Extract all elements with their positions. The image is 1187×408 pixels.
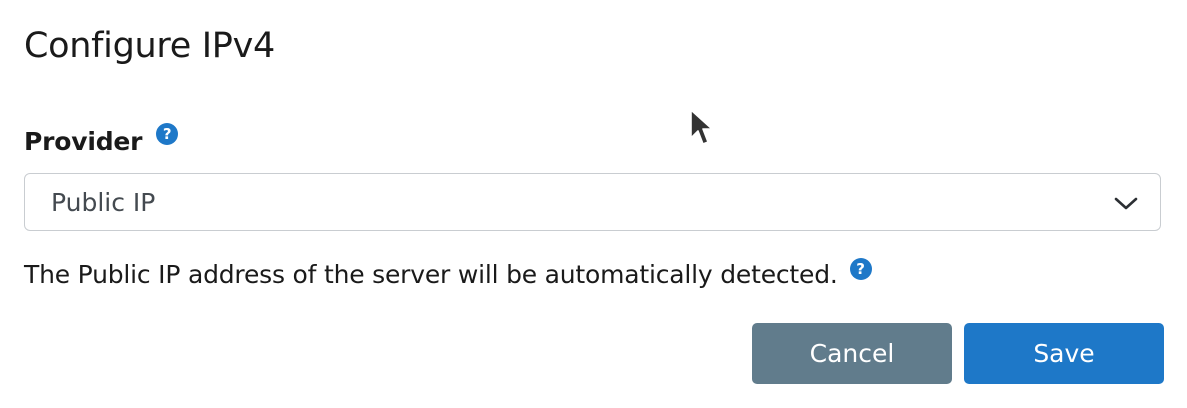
provider-label: Provider: [24, 127, 143, 156]
description-help-icon[interactable]: ?: [849, 258, 872, 280]
dialog-title: Configure IPv4: [24, 26, 275, 66]
provider-label-row: Provider ?: [24, 122, 179, 162]
provider-description: The Public IP address of the server will…: [24, 260, 838, 289]
provider-select[interactable]: Public IP: [24, 173, 1161, 231]
chevron-down-icon: [1114, 197, 1138, 210]
mouse-pointer-icon: [690, 109, 713, 145]
provider-select-value: Public IP: [51, 188, 156, 217]
configure-ipv4-dialog: Configure IPv4 Provider ? Public IP The …: [0, 0, 1187, 408]
description-row: The Public IP address of the server will…: [24, 255, 872, 295]
save-button[interactable]: Save: [964, 323, 1164, 384]
cancel-button[interactable]: Cancel: [752, 323, 952, 384]
provider-help-icon[interactable]: ?: [156, 123, 179, 145]
